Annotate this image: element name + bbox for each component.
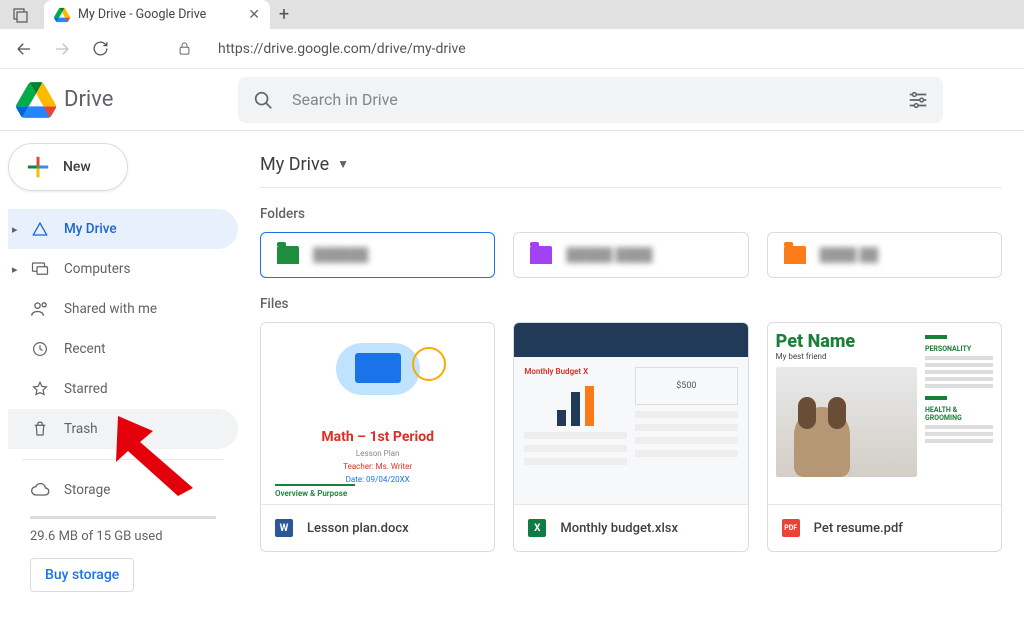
plus-icon [25, 154, 51, 180]
drive-product-name: Drive [64, 87, 113, 112]
files-heading: Files [260, 296, 1002, 312]
file-thumbnail: Monthly Budget X $500 [514, 323, 747, 505]
sidebar-item-label: Starred [64, 381, 108, 397]
folder-item[interactable]: ████ ██ [767, 232, 1002, 278]
excel-icon: X [528, 519, 546, 537]
expand-icon[interactable]: ▸ [12, 263, 18, 276]
file-thumbnail: Pet Name My best friend Personality Heal… [768, 323, 1001, 505]
file-item[interactable]: Pet Name My best friend Personality Heal… [767, 322, 1002, 552]
file-name: Monthly budget.xlsx [560, 521, 678, 536]
sidebar-item-trash[interactable]: Trash [8, 409, 238, 449]
reload-button[interactable] [90, 39, 110, 59]
folder-item[interactable]: █████ ████ [513, 232, 748, 278]
trash-icon [30, 420, 50, 438]
sidebar-item-label: Storage [64, 482, 110, 498]
browser-tabstrip: My Drive - Google Drive ✕ + [0, 0, 1024, 29]
forward-button [52, 39, 72, 59]
browser-tab[interactable]: My Drive - Google Drive ✕ [44, 0, 270, 29]
sidebar-item-storage[interactable]: Storage [8, 470, 238, 510]
folder-item[interactable]: ██████ [260, 232, 495, 278]
new-tab-button[interactable]: + [270, 0, 298, 29]
file-name: Lesson plan.docx [307, 521, 409, 536]
close-tab-icon[interactable]: ✕ [248, 7, 260, 23]
new-button[interactable]: New [8, 143, 128, 191]
sidebar-item-computers[interactable]: ▸ Computers [8, 249, 238, 289]
divider [260, 187, 1002, 188]
tab-actions-icon[interactable] [8, 3, 34, 29]
back-button[interactable] [14, 39, 34, 59]
recent-icon [30, 340, 50, 358]
folder-name: ████ ██ [820, 247, 879, 263]
sidebar-item-label: Shared with me [64, 301, 157, 317]
drive-brand[interactable]: Drive [16, 80, 238, 120]
pdf-icon: PDF [782, 519, 800, 537]
search-options-icon[interactable] [907, 89, 929, 111]
chevron-down-icon: ▼ [337, 157, 349, 171]
storage-usage-text: 29.6 MB of 15 GB used [8, 529, 238, 544]
folder-name: ██████ [313, 247, 368, 263]
sidebar-item-label: Trash [64, 421, 98, 437]
search-input[interactable]: Search in Drive [292, 90, 889, 109]
star-icon [30, 380, 50, 398]
app-header: Drive Search in Drive [0, 69, 1024, 131]
folder-icon [530, 246, 552, 264]
my-drive-icon [30, 220, 50, 238]
sidebar-item-label: Recent [64, 341, 106, 357]
folder-icon [277, 246, 299, 264]
sidebar-item-recent[interactable]: Recent [8, 329, 238, 369]
new-button-label: New [63, 159, 91, 175]
sidebar-item-shared[interactable]: Shared with me [8, 289, 238, 329]
sidebar-divider [22, 459, 224, 460]
search-bar[interactable]: Search in Drive [238, 77, 943, 123]
breadcrumb-label: My Drive [260, 154, 329, 175]
shared-icon [30, 299, 50, 319]
address-bar: https://drive.google.com/drive/my-drive [0, 29, 1024, 69]
sidebar-item-label: My Drive [64, 221, 117, 237]
file-name: Pet resume.pdf [814, 521, 903, 536]
expand-icon[interactable]: ▸ [12, 223, 18, 236]
sidebar-item-starred[interactable]: Starred [8, 369, 238, 409]
folders-heading: Folders [260, 206, 1002, 222]
breadcrumb[interactable]: My Drive ▼ [260, 145, 1002, 183]
sidebar: New ▸ My Drive ▸ Computers Shared with m… [0, 131, 238, 629]
buy-storage-button[interactable]: Buy storage [30, 558, 134, 592]
file-thumbnail: Math – 1st Period Lesson Plan Teacher: M… [261, 323, 494, 505]
drive-favicon-icon [54, 7, 70, 23]
tab-title: My Drive - Google Drive [78, 7, 240, 22]
folder-icon [784, 246, 806, 264]
file-item[interactable]: Math – 1st Period Lesson Plan Teacher: M… [260, 322, 495, 552]
search-icon [252, 89, 274, 111]
url-text[interactable]: https://drive.google.com/drive/my-drive [218, 41, 466, 57]
computers-icon [30, 260, 50, 278]
folder-name: █████ ████ [566, 247, 652, 263]
word-icon: W [275, 519, 293, 537]
sidebar-item-label: Computers [64, 261, 130, 277]
main-content: My Drive ▼ Folders ██████ █████ ████ ███… [238, 131, 1024, 629]
cloud-icon [30, 480, 50, 500]
drive-logo-icon [16, 80, 56, 120]
file-item[interactable]: Monthly Budget X $500 X Monthly budget.x… [513, 322, 748, 552]
lock-icon[interactable] [174, 39, 194, 59]
sidebar-item-my-drive[interactable]: ▸ My Drive [8, 209, 238, 249]
storage-meter [30, 516, 216, 519]
